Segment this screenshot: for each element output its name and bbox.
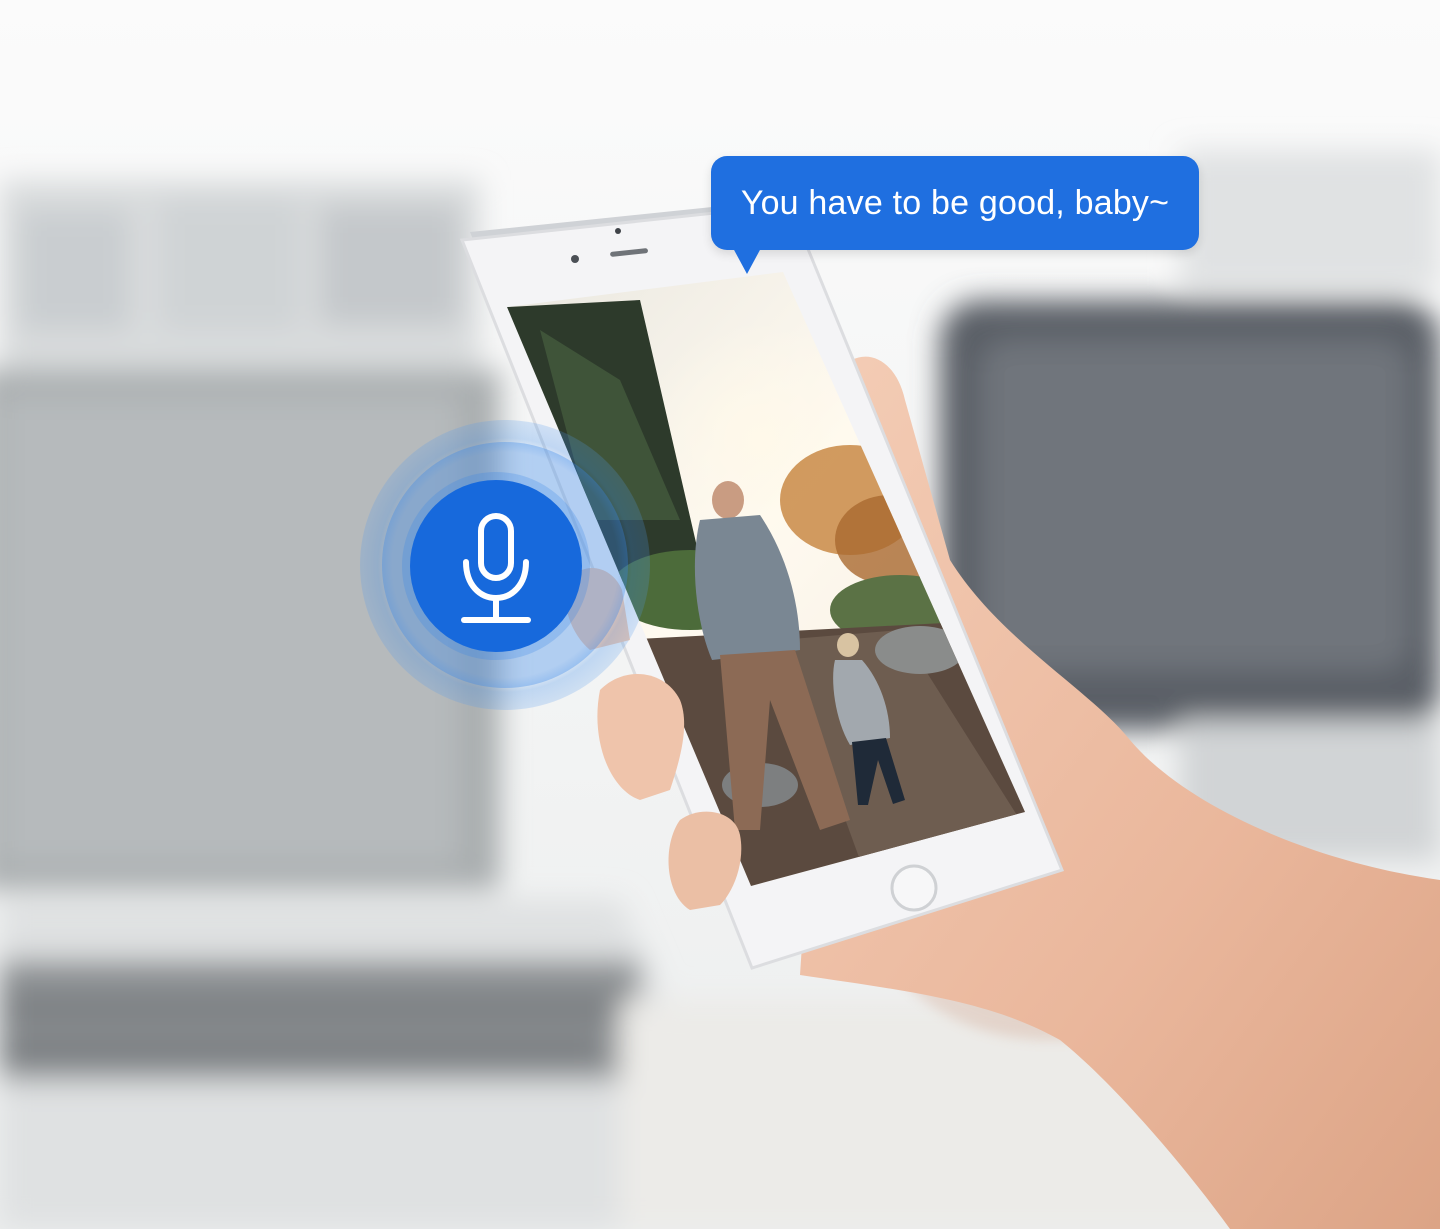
microphone-icon: [461, 513, 531, 623]
speech-bubble-text: You have to be good, baby~: [740, 183, 1170, 222]
scene: You have to be good, baby~: [0, 0, 1440, 1229]
mic-core: [410, 480, 582, 652]
speech-bubble: You have to be good, baby~: [711, 156, 1199, 274]
microphone-button[interactable]: [360, 420, 650, 710]
